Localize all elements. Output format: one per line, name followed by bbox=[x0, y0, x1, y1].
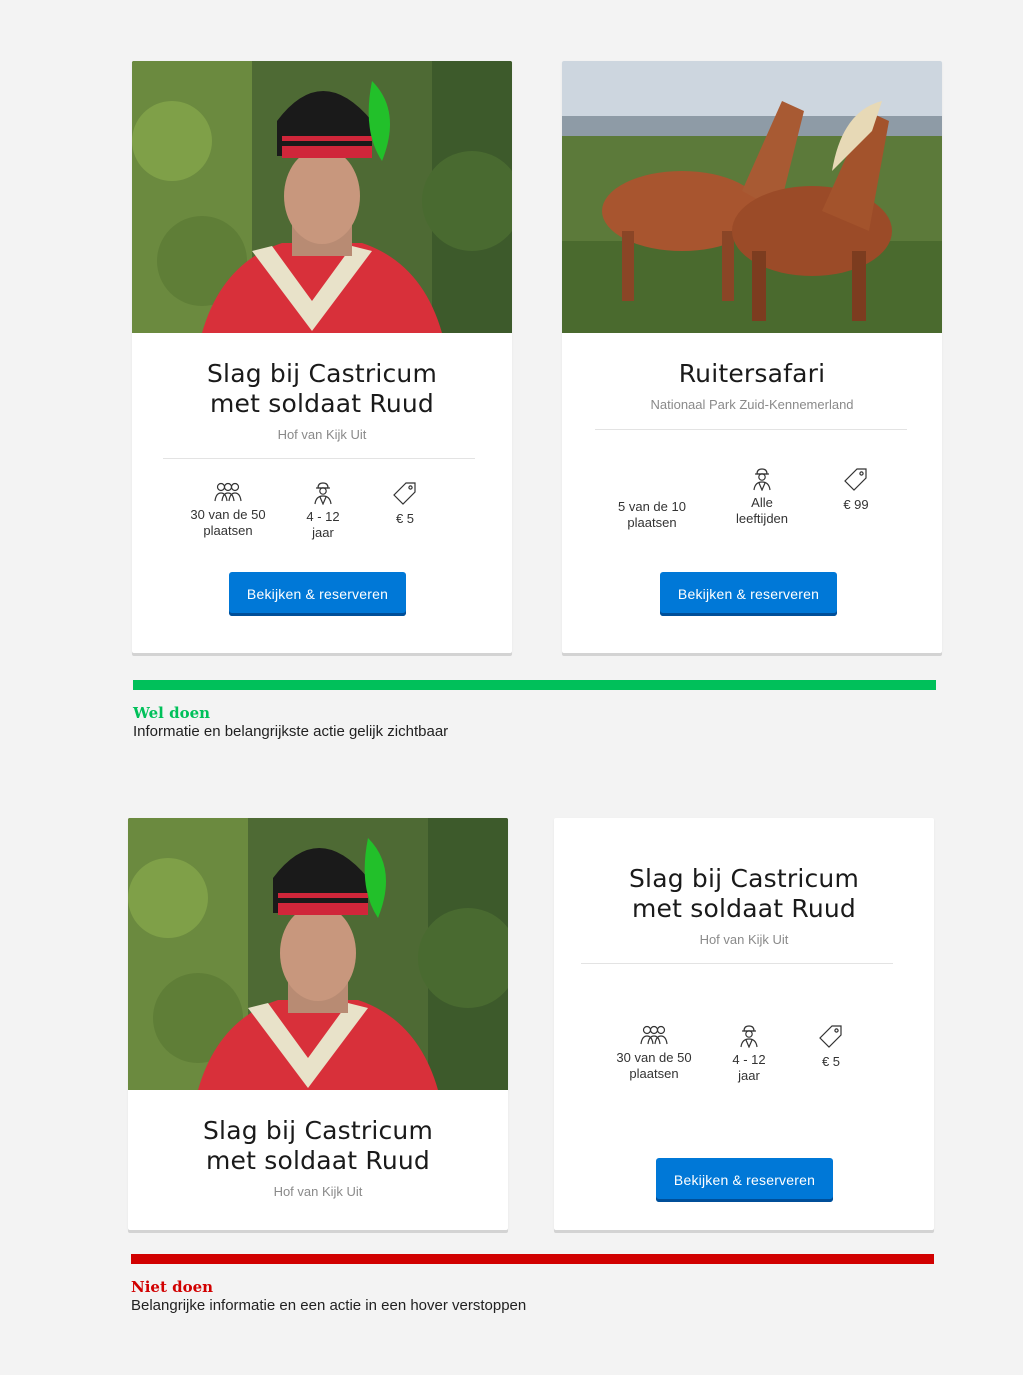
view-reserve-button[interactable]: Bekijken & reserveren bbox=[656, 1158, 833, 1202]
card-location: Nationaal Park Zuid-Kennemerland bbox=[650, 397, 854, 412]
stat-age: Alle leeftijden bbox=[727, 467, 797, 527]
view-reserve-button[interactable]: Bekijken & reserveren bbox=[229, 572, 406, 616]
stat-places: 30 van de 50 plaatsen bbox=[609, 1024, 699, 1082]
stat-age: 4 - 12 jaar bbox=[293, 481, 353, 541]
activity-card-castricum-front[interactable]: Slag bij Castricum met soldaat Ruud Hof … bbox=[128, 818, 508, 1230]
child-icon bbox=[751, 467, 773, 491]
stat-price: € 5 bbox=[803, 1024, 859, 1070]
activity-card-ruitersafari[interactable]: Ruitersafari Nationaal Park Zuid-Kenneme… bbox=[562, 61, 942, 653]
price-tag-icon bbox=[843, 467, 869, 493]
card-location: Hof van Kijk Uit bbox=[277, 427, 367, 442]
card-title: Ruitersafari bbox=[678, 359, 826, 388]
card-divider bbox=[581, 963, 893, 964]
card-image-soldier bbox=[128, 818, 508, 1090]
bad-bar bbox=[131, 1254, 934, 1264]
price-tag-icon bbox=[392, 481, 418, 507]
good-bar bbox=[133, 680, 936, 690]
price-tag-icon bbox=[818, 1024, 844, 1050]
view-reserve-button[interactable]: Bekijken & reserveren bbox=[660, 572, 837, 616]
card-title: Slag bij Castricum met soldaat Ruud bbox=[206, 359, 438, 418]
card-divider bbox=[163, 458, 475, 459]
stat-age: 4 - 12 jaar bbox=[719, 1024, 779, 1084]
activity-card-castricum[interactable]: Slag bij Castricum met soldaat Ruud Hof … bbox=[132, 61, 512, 653]
card-image-horses bbox=[562, 61, 942, 333]
group-icon bbox=[638, 1024, 670, 1046]
card-divider bbox=[595, 429, 907, 430]
group-icon bbox=[212, 481, 244, 503]
card-location: Hof van Kijk Uit bbox=[699, 932, 789, 947]
stat-places: 5 van de 10 plaatsen bbox=[618, 499, 686, 530]
card-title: Slag bij Castricum met soldaat Ruud bbox=[202, 1116, 434, 1175]
card-location: Hof van Kijk Uit bbox=[273, 1184, 363, 1199]
bad-description: Belangrijke informatie en een actie in e… bbox=[131, 1297, 527, 1314]
stat-places: 30 van de 50 plaatsen bbox=[183, 481, 273, 539]
stat-price: € 99 bbox=[828, 467, 884, 513]
child-icon bbox=[312, 481, 334, 505]
good-label: Wel doen bbox=[133, 704, 211, 722]
stat-price: € 5 bbox=[377, 481, 433, 527]
card-image-soldier bbox=[132, 61, 512, 333]
activity-card-castricum-hover[interactable]: Slag bij Castricum met soldaat Ruud Hof … bbox=[554, 818, 934, 1230]
child-icon bbox=[738, 1024, 760, 1048]
card-title: Slag bij Castricum met soldaat Ruud bbox=[628, 864, 860, 923]
bad-label: Niet doen bbox=[131, 1278, 214, 1296]
good-description: Informatie en belangrijkste actie gelijk… bbox=[133, 723, 449, 740]
